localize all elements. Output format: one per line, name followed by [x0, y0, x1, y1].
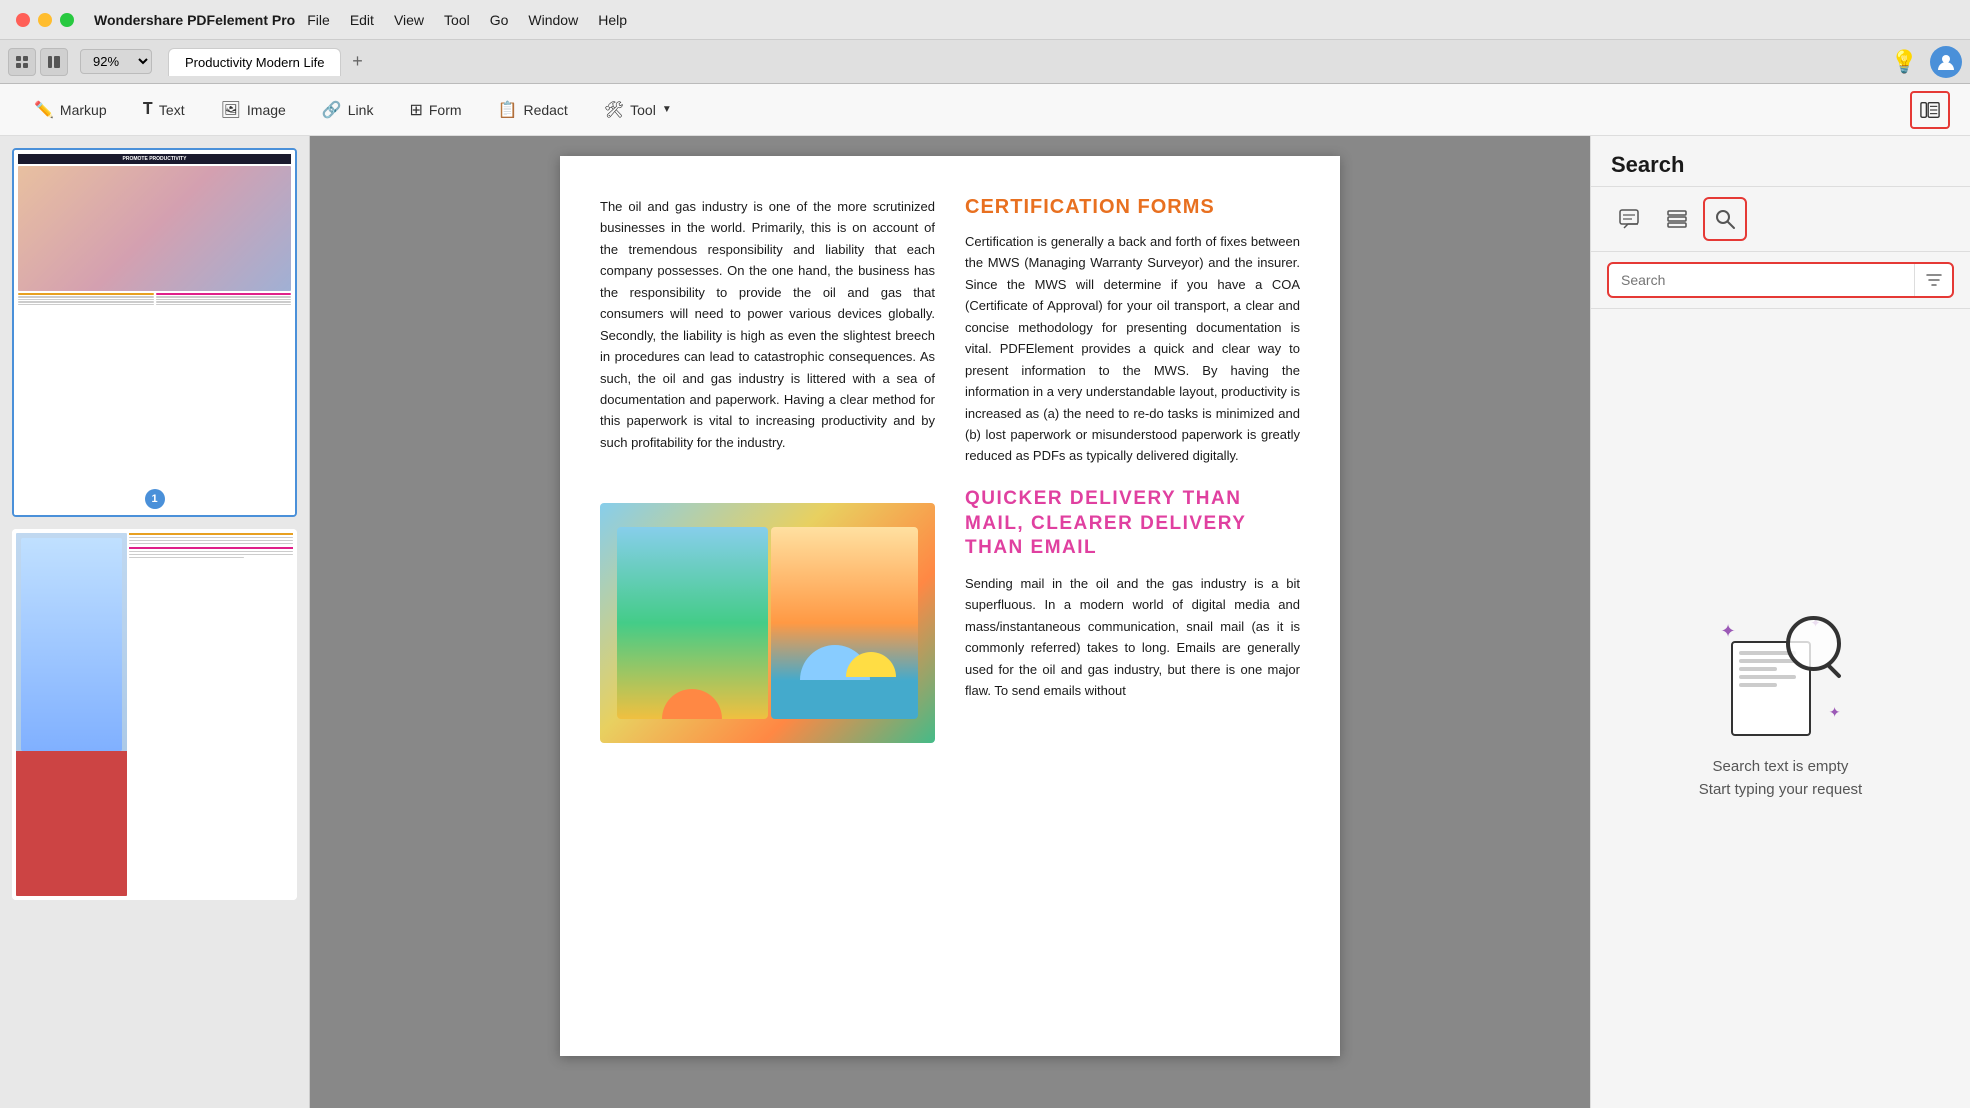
thumb-section-title-2 [129, 547, 293, 549]
search-input[interactable] [1609, 264, 1914, 296]
menu-go[interactable]: Go [490, 12, 509, 28]
menu-edit[interactable]: Edit [350, 12, 374, 28]
search-filter-button[interactable] [1914, 264, 1952, 296]
redact-icon: 📋 [498, 100, 518, 120]
pdf-image-column [600, 487, 935, 743]
sparkle-icon-1: ✦ [1721, 621, 1736, 642]
page-thumb-1[interactable]: PROMOTE PRODUCTIVITY [12, 148, 297, 517]
image-button[interactable]: 🖼 Image [207, 94, 300, 126]
thumb-left-image [16, 533, 127, 896]
text-button[interactable]: 𝐓 Text [129, 95, 199, 125]
markup-icon: ✏️ [34, 100, 54, 120]
thumb-header: PROMOTE PRODUCTIVITY [18, 154, 291, 164]
pdf-body-text-left: The oil and gas industry is one of the m… [600, 196, 935, 453]
sidebar-toggle-button[interactable] [1910, 91, 1950, 129]
form-icon: ⊞ [409, 100, 422, 120]
pdf-second-row: QUICKER DELIVERY THAN MAIL, CLEARER DELI… [600, 487, 1300, 743]
maximize-button[interactable] [60, 13, 74, 27]
menu-bar: File Edit View Tool Go Window Help [307, 12, 627, 28]
pdf-left-column: The oil and gas industry is one of the m… [600, 196, 935, 467]
form-button[interactable]: ⊞ Form [395, 94, 475, 126]
menu-help[interactable]: Help [598, 12, 627, 28]
tab-label: Productivity Modern Life [185, 55, 324, 70]
minimize-button[interactable] [38, 13, 52, 27]
redact-button[interactable]: 📋 Redact [484, 94, 582, 126]
title-bar: Wondershare PDFelement Pro File Edit Vie… [0, 0, 1970, 40]
tab-right-icons: 💡 [1891, 46, 1962, 78]
delivery-body-text: Sending mail in the oil and the gas indu… [965, 573, 1300, 702]
search-panel-title: Search [1591, 136, 1970, 187]
menu-window[interactable]: Window [528, 12, 578, 28]
menu-tool[interactable]: Tool [444, 12, 470, 28]
pdf-right-column: CERTIFICATION FORMS Certification is gen… [965, 196, 1300, 467]
tool-button[interactable]: 🛠 Tool ▼ [590, 94, 686, 126]
pdf-delivery-column: QUICKER DELIVERY THAN MAIL, CLEARER DELI… [965, 487, 1300, 743]
link-icon: 🔗 [322, 100, 342, 120]
view-toggles [8, 48, 68, 76]
zoom-selector[interactable]: 92% 50% 75% 100% 125% 150% [80, 49, 152, 74]
tab-bar: 92% 50% 75% 100% 125% 150% Productivity … [0, 40, 1970, 84]
pdf-two-column-layout: The oil and gas industry is one of the m… [600, 196, 1300, 467]
pdf-page: The oil and gas industry is one of the m… [560, 156, 1340, 1056]
traffic-lights [16, 13, 74, 27]
panel-view-toggle[interactable] [40, 48, 68, 76]
app-name: Wondershare PDFelement Pro [94, 12, 295, 28]
search-panel: Search [1590, 136, 1970, 1108]
search-empty-icon: ✦ ✦ ✦ [1721, 616, 1841, 736]
comment-tab-button[interactable] [1607, 197, 1651, 241]
sparkle-icon-3: ✦ [1829, 704, 1841, 721]
tool-icon: 🛠 [604, 100, 624, 120]
page-thumb-2[interactable] [12, 529, 297, 900]
tool-dropdown-arrow: ▼ [662, 104, 672, 115]
content-area: The oil and gas industry is one of the m… [310, 136, 1590, 1108]
close-button[interactable] [16, 13, 30, 27]
markup-button[interactable]: ✏️ Markup [20, 94, 121, 126]
link-button[interactable]: 🔗 Link [308, 94, 388, 126]
search-input-wrap [1607, 262, 1954, 298]
cert-body-text: Certification is generally a back and fo… [965, 231, 1300, 467]
menu-view[interactable]: View [394, 12, 424, 28]
page-number-badge-1: 1 [145, 489, 165, 509]
page-thumbnails-panel: PROMOTE PRODUCTIVITY [0, 136, 310, 1108]
main-layout: PROMOTE PRODUCTIVITY [0, 136, 1970, 1108]
search-tabs [1591, 187, 1970, 252]
delivery-title: QUICKER DELIVERY THAN MAIL, CLEARER DELI… [965, 487, 1300, 561]
search-magnifier-circle [1786, 616, 1841, 671]
toolbar: ✏️ Markup 𝐓 Text 🖼 Image 🔗 Link ⊞ Form 📋… [0, 84, 1970, 136]
tab-productivity[interactable]: Productivity Modern Life [168, 48, 341, 76]
grid-view-toggle[interactable] [8, 48, 36, 76]
search-empty-message: Search text is empty Start typing your r… [1699, 756, 1862, 801]
search-input-row [1591, 252, 1970, 309]
search-empty-state: ✦ ✦ ✦ Search text is empty Start typing … [1591, 309, 1970, 1108]
thumb-section-title-1 [129, 533, 293, 535]
text-icon: 𝐓 [143, 101, 153, 119]
list-tab-button[interactable] [1655, 197, 1699, 241]
image-icon: 🖼 [221, 100, 241, 120]
search-tab-button[interactable] [1703, 197, 1747, 241]
menu-file[interactable]: File [307, 12, 330, 28]
tips-icon[interactable]: 💡 [1891, 49, 1918, 75]
search-magnifier-handle [1826, 663, 1842, 679]
add-tab-button[interactable]: + [345, 50, 369, 74]
user-avatar[interactable] [1930, 46, 1962, 78]
thumb-image-1 [18, 166, 291, 291]
cert-title: CERTIFICATION FORMS [965, 196, 1300, 219]
pdf-beach-image [600, 503, 935, 743]
